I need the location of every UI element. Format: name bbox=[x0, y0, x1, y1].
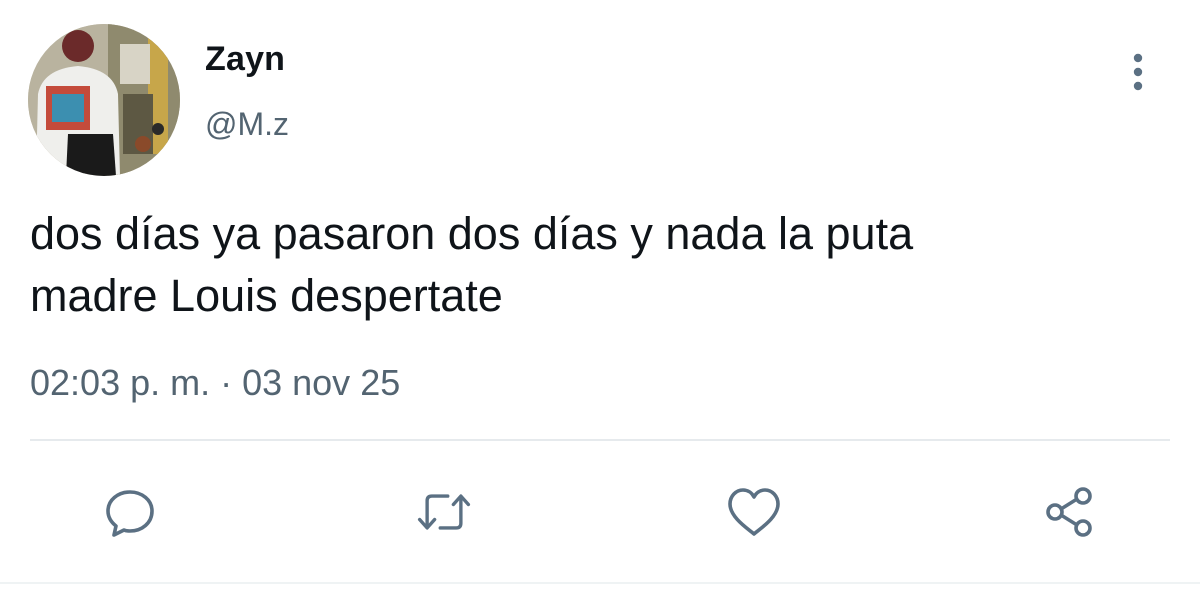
retweet-icon bbox=[417, 494, 471, 530]
like-icon bbox=[728, 488, 780, 536]
avatar[interactable] bbox=[28, 24, 180, 176]
like-button[interactable] bbox=[724, 482, 784, 542]
tweet-card: Zayn @M.z dos días ya pasaron dos días y… bbox=[0, 0, 1200, 600]
more-options-button[interactable] bbox=[1116, 50, 1160, 94]
display-name[interactable]: Zayn bbox=[205, 40, 285, 79]
share-button[interactable] bbox=[1040, 482, 1100, 542]
avatar-image bbox=[28, 24, 180, 176]
tweet-text-line: dos días ya pasaron dos días y nada la p… bbox=[30, 208, 914, 259]
reply-button[interactable] bbox=[100, 482, 160, 542]
share-icon bbox=[1046, 487, 1092, 537]
tweet-timestamp[interactable]: 02:03 p. m. · 03 nov 25 bbox=[30, 362, 400, 404]
tweet-text-line: madre Louis despertate bbox=[30, 270, 503, 321]
tweet-text: dos días ya pasaron dos días y nada la p… bbox=[30, 203, 1160, 327]
bottom-divider bbox=[0, 582, 1200, 584]
retweet-button[interactable] bbox=[414, 482, 474, 542]
divider bbox=[30, 439, 1170, 441]
user-handle[interactable]: @M.z bbox=[205, 106, 289, 143]
more-vertical-icon bbox=[1133, 53, 1143, 91]
reply-icon bbox=[106, 490, 154, 537]
